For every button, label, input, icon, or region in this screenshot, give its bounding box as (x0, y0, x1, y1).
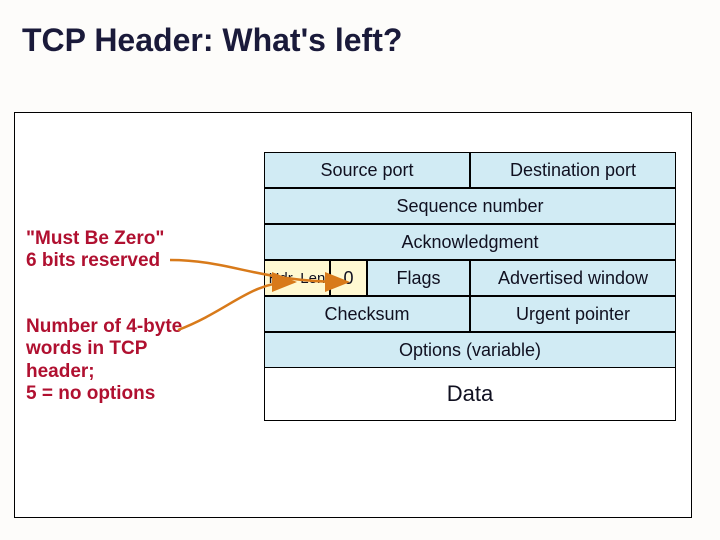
field-advertised-window: Advertised window (470, 260, 676, 296)
field-sequence-number: Sequence number (264, 188, 676, 224)
field-checksum: Checksum (264, 296, 470, 332)
annotation-must-be-zero: "Must Be Zero" 6 bits reserved (26, 228, 164, 273)
field-options: Options (variable) (264, 332, 676, 368)
field-acknowledgment: Acknowledgment (264, 224, 676, 260)
field-data: Data (264, 368, 676, 421)
slide-title: TCP Header: What's left? (22, 22, 402, 59)
field-urgent-pointer: Urgent pointer (470, 296, 676, 332)
field-hdrlen: Hdr. Len (264, 260, 330, 296)
field-zero: 0 (330, 260, 367, 296)
tcp-header-table: Source port Destination port Sequence nu… (264, 152, 676, 421)
annotation-hdrlen: Number of 4-byte words in TCP header; 5 … (26, 316, 182, 406)
field-flags: Flags (367, 260, 470, 296)
field-dest-port: Destination port (470, 152, 676, 188)
field-source-port: Source port (264, 152, 470, 188)
